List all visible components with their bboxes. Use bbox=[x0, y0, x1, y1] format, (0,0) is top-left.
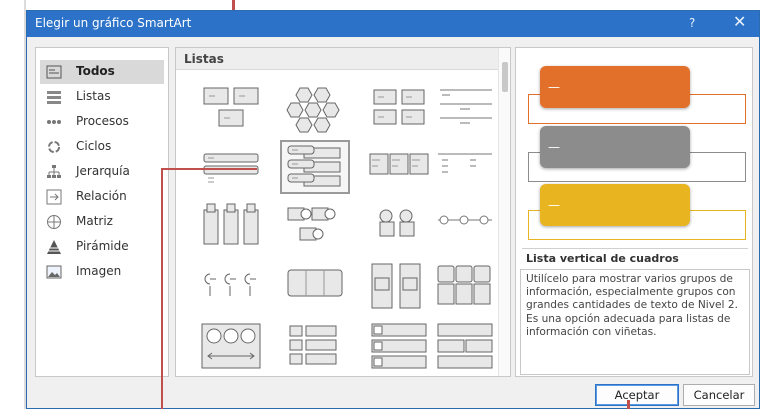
layout-thumbnail[interactable] bbox=[364, 140, 434, 194]
callout-line-gallery-horizontal bbox=[161, 168, 257, 170]
layout-thumbnail[interactable] bbox=[280, 318, 350, 372]
layout-thumbnail[interactable] bbox=[430, 140, 500, 194]
callout-line-ok bbox=[627, 400, 630, 409]
process-icon bbox=[47, 120, 61, 124]
preview-shape-3: — bbox=[540, 184, 690, 226]
category-item-relacion[interactable]: Relación bbox=[40, 185, 164, 209]
layout-thumbnail[interactable] bbox=[430, 198, 500, 252]
picture-icon bbox=[46, 265, 62, 279]
category-label: Todos bbox=[76, 64, 115, 78]
category-item-ciclos[interactable]: Ciclos bbox=[40, 135, 164, 159]
gallery-header: Listas bbox=[176, 48, 498, 70]
category-item-matriz[interactable]: Matriz bbox=[40, 210, 164, 234]
title-bar: Elegir un gráfico SmartArt ? ✕ bbox=[27, 11, 759, 37]
category-item-imagen[interactable]: Imagen bbox=[40, 260, 164, 284]
scrollbar-thumb[interactable] bbox=[502, 62, 508, 92]
category-label: Relación bbox=[76, 189, 127, 203]
hierarchy-icon bbox=[47, 165, 61, 178]
layout-thumbnail-lista-vertical-de-cuadros[interactable] bbox=[280, 140, 350, 194]
layout-thumbnail[interactable] bbox=[280, 82, 350, 136]
ok-button[interactable]: Aceptar bbox=[595, 384, 679, 406]
layout-thumbnail[interactable] bbox=[196, 82, 266, 136]
dialog-title: Elegir un gráfico SmartArt bbox=[35, 16, 192, 30]
layout-thumbnail[interactable] bbox=[430, 318, 500, 372]
category-item-procesos[interactable]: Procesos bbox=[40, 110, 164, 134]
category-item-piramide[interactable]: Pirámide bbox=[40, 235, 164, 259]
category-item-todos[interactable]: Todos bbox=[40, 60, 164, 84]
category-label: Matriz bbox=[76, 214, 113, 228]
category-label: Ciclos bbox=[76, 139, 112, 153]
category-label: Imagen bbox=[76, 264, 122, 278]
category-list: Todos Listas Procesos Ciclos Jerarquía R… bbox=[35, 47, 169, 377]
layout-thumbnail[interactable] bbox=[364, 198, 434, 252]
layout-thumbnail[interactable] bbox=[196, 318, 266, 372]
layout-thumbnail[interactable] bbox=[364, 318, 434, 372]
cancel-button[interactable]: Cancelar bbox=[683, 384, 755, 406]
layout-thumbnail[interactable] bbox=[196, 258, 266, 312]
layout-thumbnail[interactable] bbox=[430, 82, 500, 136]
layout-thumbnail[interactable] bbox=[196, 198, 266, 252]
category-label: Procesos bbox=[76, 114, 129, 128]
layout-thumbnail[interactable] bbox=[430, 258, 500, 312]
category-label: Jerarquía bbox=[76, 164, 130, 178]
relationship-icon bbox=[46, 189, 62, 205]
preview-shape-text: — bbox=[548, 80, 560, 94]
close-button[interactable]: ✕ bbox=[733, 12, 746, 31]
layout-thumbnail[interactable] bbox=[196, 140, 266, 194]
preview-shape-text: — bbox=[548, 198, 560, 212]
pyramid-icon bbox=[47, 240, 61, 254]
preview-pane: — — — Lista vertical de cuadros Utilícel… bbox=[515, 47, 753, 377]
preview-divider bbox=[522, 248, 748, 249]
list-icon bbox=[47, 91, 61, 104]
all-layouts-icon bbox=[46, 65, 62, 79]
cycle-icon bbox=[48, 141, 60, 153]
help-button[interactable]: ? bbox=[689, 16, 695, 30]
matrix-icon bbox=[47, 215, 61, 229]
category-label: Listas bbox=[76, 89, 111, 103]
category-label: Pirámide bbox=[76, 239, 129, 253]
gallery-header-label: Listas bbox=[184, 52, 224, 66]
layout-thumbnail[interactable] bbox=[364, 258, 434, 312]
layout-thumbnail[interactable] bbox=[280, 198, 350, 252]
callout-line-gallery bbox=[161, 168, 163, 409]
layout-gallery: Listas bbox=[175, 47, 511, 377]
preview-shape-2: — bbox=[540, 126, 690, 168]
preview-shape-text: — bbox=[548, 140, 560, 154]
preview-shape-1: — bbox=[540, 66, 690, 108]
category-item-listas[interactable]: Listas bbox=[40, 85, 164, 109]
layout-thumbnail[interactable] bbox=[280, 258, 350, 312]
category-item-jerarquia[interactable]: Jerarquía bbox=[40, 160, 164, 184]
layout-name: Lista vertical de cuadros bbox=[526, 252, 679, 265]
smartart-dialog: Elegir un gráfico SmartArt ? ✕ Todos Lis… bbox=[26, 10, 760, 409]
layout-description: Utilícelo para mostrar varios grupos de … bbox=[520, 269, 750, 375]
layout-thumbnail[interactable] bbox=[364, 82, 434, 136]
